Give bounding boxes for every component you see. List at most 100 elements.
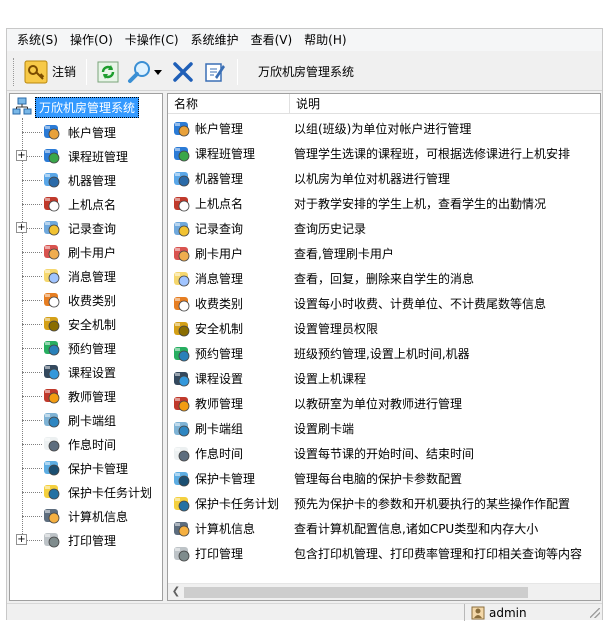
- card-user-icon: [172, 244, 192, 264]
- row-description: 设置上机课程: [294, 372, 367, 386]
- tree-connector: [22, 467, 42, 469]
- table-row[interactable]: 教师管理 以教研室为单位对教师进行管理: [168, 391, 600, 416]
- table-row[interactable]: 保护卡管理 管理每台电脑的保护卡参数配置: [168, 466, 600, 491]
- computer-icon: [172, 169, 192, 189]
- expand-icon[interactable]: +: [16, 222, 27, 233]
- tree-connector: [22, 203, 42, 205]
- row-name-cell: 消息管理: [168, 269, 290, 289]
- table-row[interactable]: 课程设置 设置上机课程: [168, 366, 600, 391]
- tree-connector: [22, 179, 42, 181]
- printer-icon: [42, 530, 62, 550]
- tree-item[interactable]: 消息管理: [14, 264, 116, 288]
- module-list[interactable]: 名称 说明 帐户管理 以组(班级)为单位对帐户进行管理 课程班管理 管理学生选课的课程…: [167, 93, 601, 601]
- menu-operation[interactable]: 操作(O): [64, 30, 119, 50]
- tree-item[interactable]: 机器管理: [14, 168, 116, 192]
- menu-maintenance[interactable]: 系统维护: [185, 30, 245, 50]
- tree-connector: [22, 491, 42, 493]
- table-row[interactable]: 刷卡用户 查看,管理刷卡用户: [168, 241, 600, 266]
- row-name-cell: 计算机信息: [168, 519, 290, 539]
- resize-grip[interactable]: [590, 608, 600, 618]
- row-name-cell: 刷卡用户: [168, 244, 290, 264]
- computer-icon: [42, 170, 62, 190]
- tree-item[interactable]: + 记录查询: [14, 216, 116, 240]
- tree-item-label: 刷卡端组: [68, 413, 117, 428]
- menu-system[interactable]: 系统(S): [11, 30, 64, 50]
- tree-item[interactable]: + 打印管理: [14, 528, 116, 552]
- tree-item[interactable]: 教师管理: [14, 384, 116, 408]
- logout-button[interactable]: 注销: [20, 57, 80, 87]
- scroll-left-arrow-icon[interactable]: ❮: [170, 586, 182, 598]
- reservation-icon: [42, 338, 62, 358]
- toolbar-separator: [86, 58, 88, 85]
- table-row[interactable]: 作息时间 设置每节课的开始时间、结束时间: [168, 441, 600, 466]
- edit-button[interactable]: [199, 57, 231, 87]
- tree-connector: [22, 299, 42, 301]
- row-description: 预先为保护卡的参数和开机要执行的某些操作作配置: [294, 497, 571, 511]
- row-name-cell: 课程班管理: [168, 144, 290, 164]
- table-row[interactable]: 打印管理 包含打印机管理、打印费率管理和打印相关查询等内容: [168, 541, 600, 566]
- tree-item[interactable]: + 课程班管理: [14, 144, 128, 168]
- tree-item[interactable]: 计算机信息: [14, 504, 128, 528]
- table-row[interactable]: 保护卡任务计划 预先为保护卡的参数和开机要执行的某些操作作配置: [168, 491, 600, 516]
- tree-item[interactable]: 课程设置: [14, 360, 116, 384]
- tree-item[interactable]: 保护卡管理: [14, 456, 128, 480]
- column-header-name[interactable]: 名称: [168, 94, 290, 114]
- navigation-tree[interactable]: 万欣机房管理系统 帐户管理 + 课程班管理 机器管理上机点名 + 记录查询 刷卡用户 消息管理…: [9, 93, 163, 601]
- table-row[interactable]: 上机点名 对于教学安排的学生上机，查看学生的出勤情况: [168, 191, 600, 216]
- tree-connector: [22, 443, 42, 445]
- table-row[interactable]: 记录查询 查询历史记录: [168, 216, 600, 241]
- row-description: 以教研室为单位对教师进行管理: [294, 397, 463, 411]
- horizontal-scrollbar[interactable]: ❮: [168, 583, 600, 600]
- row-description: 管理每台电脑的保护卡参数配置: [294, 472, 463, 486]
- search-button[interactable]: [123, 57, 167, 87]
- row-description: 对于教学安排的学生上机，查看学生的出勤情况: [294, 197, 547, 211]
- key-icon: [24, 60, 48, 84]
- computer-info-icon: [172, 519, 192, 539]
- tree-item[interactable]: 帐户管理: [14, 120, 116, 144]
- tree-item[interactable]: 作息时间: [14, 432, 116, 456]
- tree-item[interactable]: 上机点名: [14, 192, 116, 216]
- row-description: 以组(班级)为单位对帐户进行管理: [294, 122, 472, 136]
- refresh-button[interactable]: [93, 57, 123, 87]
- toolbar-grip[interactable]: [13, 57, 16, 86]
- table-row[interactable]: 课程班管理 管理学生选课的课程班，可根据选修课进行上机安排: [168, 141, 600, 166]
- tree-item[interactable]: 安全机制: [14, 312, 116, 336]
- expand-icon[interactable]: +: [16, 534, 27, 545]
- schedule-icon: [172, 444, 192, 464]
- tree-item[interactable]: 刷卡端组: [14, 408, 116, 432]
- computer-info-icon: [42, 506, 62, 526]
- tree-item-label: 上机点名: [68, 197, 117, 212]
- table-row[interactable]: 计算机信息 查看计算机配置信息,诸如CPU类型和内存大小: [168, 516, 600, 541]
- dropdown-arrow-icon[interactable]: [153, 67, 163, 77]
- expand-icon[interactable]: +: [16, 150, 27, 161]
- schedule-icon: [42, 434, 62, 454]
- menu-help[interactable]: 帮助(H): [298, 30, 352, 50]
- tree-item[interactable]: 刷卡用户: [14, 240, 116, 264]
- scrollbar-thumb[interactable]: [184, 587, 528, 598]
- table-row[interactable]: 帐户管理 以组(班级)为单位对帐户进行管理: [168, 116, 600, 141]
- status-user: admin: [464, 604, 580, 621]
- list-header: 名称 说明: [168, 94, 600, 114]
- tree-item[interactable]: 预约管理: [14, 336, 116, 360]
- menu-card-operation[interactable]: 卡操作(C): [119, 30, 185, 50]
- tree-item[interactable]: 收费类别: [14, 288, 116, 312]
- row-name: 刷卡端组: [195, 422, 244, 436]
- tree-item[interactable]: 保护卡任务计划: [14, 480, 152, 504]
- edit-icon: [203, 60, 227, 84]
- delete-button[interactable]: [167, 57, 199, 87]
- tree-root[interactable]: 万欣机房管理系统: [12, 96, 140, 118]
- table-row[interactable]: 机器管理 以机房为单位对机器进行管理: [168, 166, 600, 191]
- row-name: 保护卡管理: [195, 472, 256, 486]
- table-row[interactable]: 安全机制 设置管理员权限: [168, 316, 600, 341]
- row-name-cell: 打印管理: [168, 544, 290, 564]
- tree-item-label: 课程设置: [68, 365, 117, 380]
- course-class-icon: [172, 144, 192, 164]
- table-row[interactable]: 收费类别 设置每小时收费、计费单位、不计费尾数等信息: [168, 291, 600, 316]
- row-name-cell: 帐户管理: [168, 119, 290, 139]
- column-header-description[interactable]: 说明: [290, 94, 600, 114]
- table-row[interactable]: 预约管理 班级预约管理,设置上机时间,机器: [168, 341, 600, 366]
- table-row[interactable]: 刷卡端组 设置刷卡端: [168, 416, 600, 441]
- tree-connector: [22, 515, 42, 517]
- table-row[interactable]: 消息管理 查看，回复，删除来自学生的消息: [168, 266, 600, 291]
- menu-view[interactable]: 查看(V): [245, 30, 299, 50]
